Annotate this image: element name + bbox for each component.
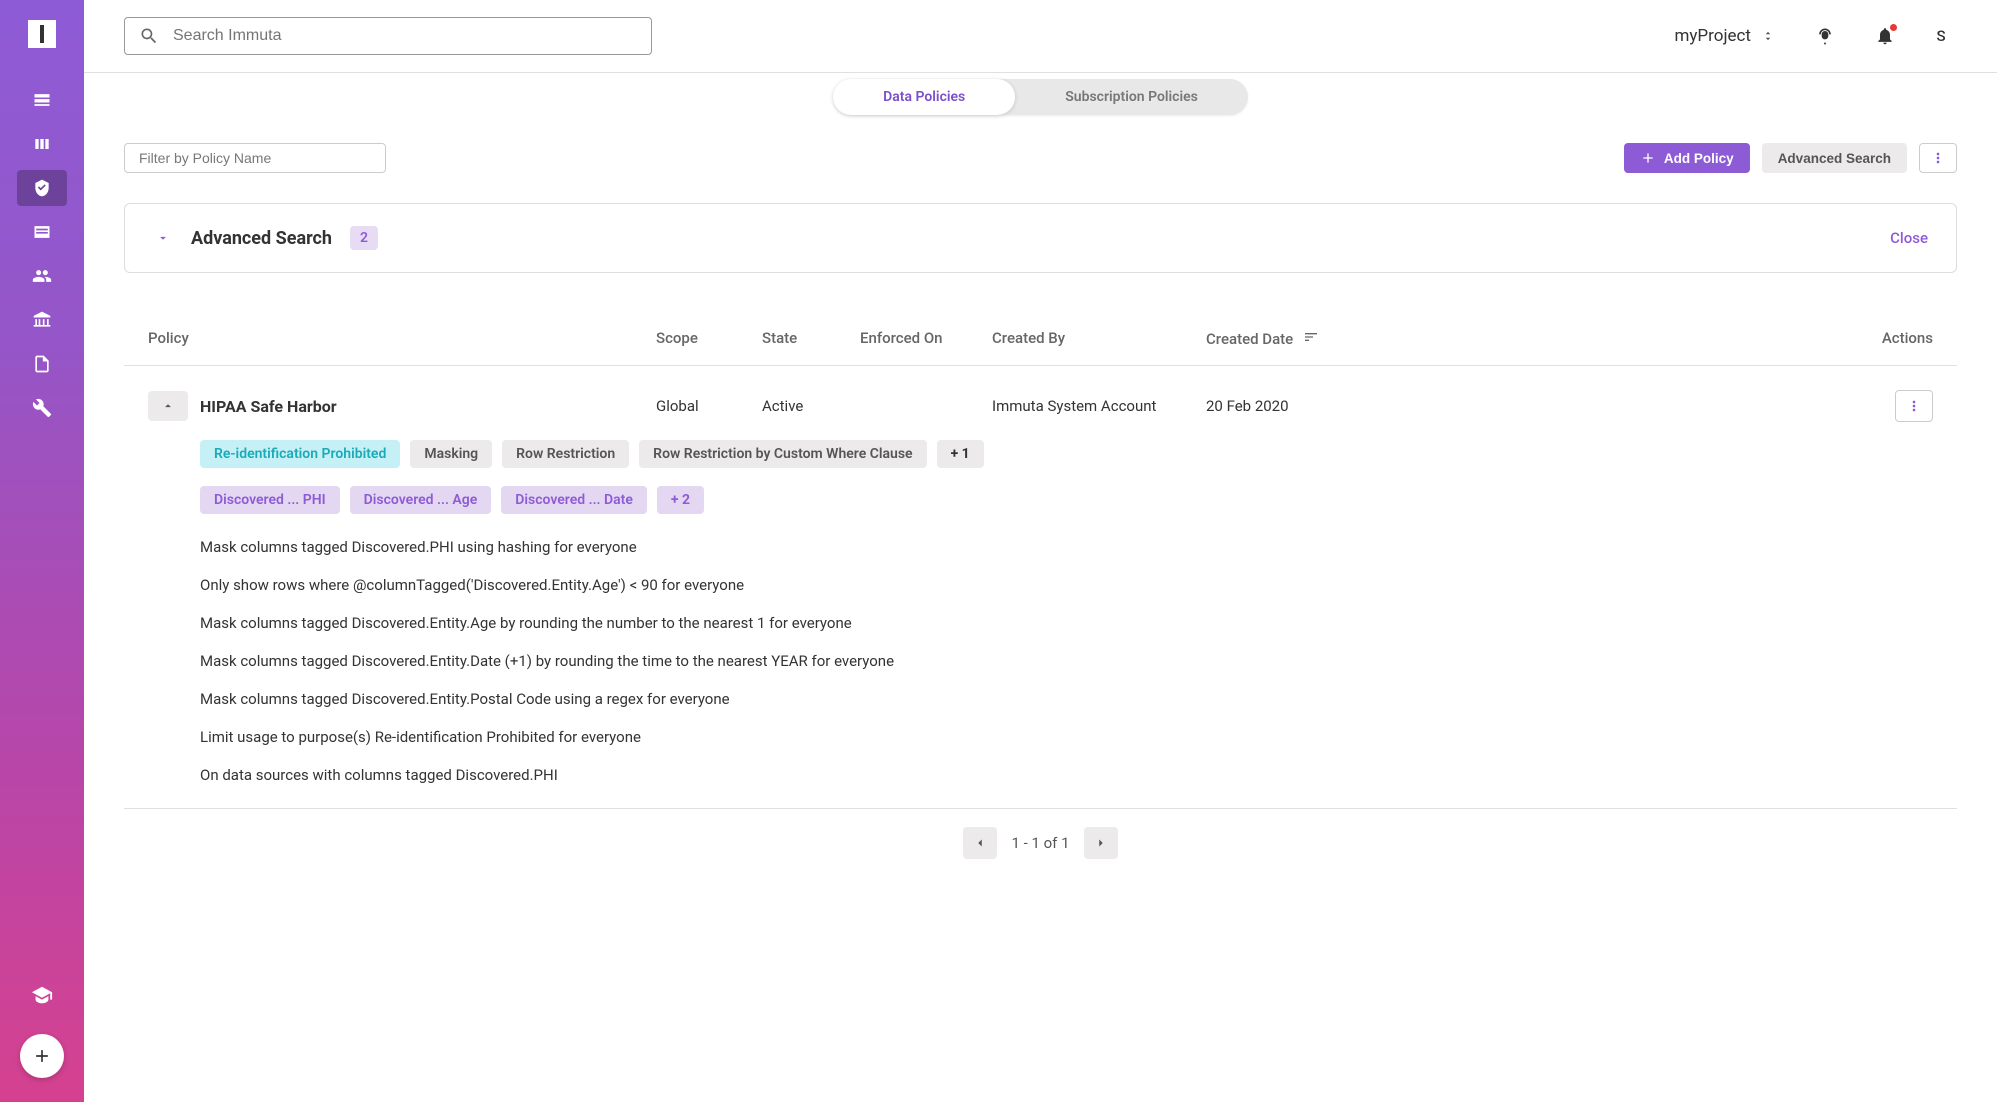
- pagination: 1 - 1 of 1: [124, 809, 1957, 877]
- adv-title: Advanced Search: [191, 228, 332, 249]
- toolbar: Add Policy Advanced Search: [124, 143, 1957, 173]
- search-input[interactable]: [173, 27, 637, 45]
- policy-type-tabs: Data Policies Subscription Policies: [833, 79, 1248, 115]
- advanced-search-button[interactable]: Advanced Search: [1762, 143, 1907, 173]
- add-policy-label: Add Policy: [1664, 151, 1734, 166]
- plus-icon: [1640, 150, 1656, 166]
- policy-tag[interactable]: Row Restriction: [502, 440, 629, 468]
- adv-collapse-toggle[interactable]: [153, 228, 173, 248]
- policy-rule: Mask columns tagged Discovered.PHI using…: [200, 538, 1933, 556]
- nav-people[interactable]: [17, 258, 67, 294]
- prev-page[interactable]: [963, 827, 997, 859]
- policy-rule: Limit usage to purpose(s) Re-identificat…: [200, 728, 1933, 746]
- avatar[interactable]: S: [1925, 20, 1957, 52]
- advanced-search-panel: Advanced Search 2 Close: [124, 203, 1957, 273]
- project-name: myProject: [1674, 26, 1751, 46]
- policy-tag[interactable]: Masking: [410, 440, 492, 468]
- next-page[interactable]: [1084, 827, 1118, 859]
- project-selector[interactable]: myProject: [1674, 26, 1785, 46]
- col-created-date[interactable]: Created Date: [1206, 329, 1356, 349]
- policy-tag[interactable]: Row Restriction by Custom Where Clause: [639, 440, 926, 468]
- add-fab[interactable]: [20, 1034, 64, 1078]
- adv-close[interactable]: Close: [1890, 229, 1928, 247]
- notification-dot: [1890, 24, 1897, 31]
- policy-row: HIPAA Safe Harbor Global Active Immuta S…: [124, 366, 1957, 809]
- policy-tag[interactable]: + 1: [937, 440, 984, 468]
- col-policy[interactable]: Policy: [148, 329, 656, 349]
- policy-state: Active: [762, 397, 860, 415]
- nav-audit[interactable]: [17, 346, 67, 382]
- tab-data-policies[interactable]: Data Policies: [833, 79, 1015, 115]
- policy-tag[interactable]: Discovered ... PHI: [200, 486, 340, 514]
- nav-data-sources[interactable]: [17, 82, 67, 118]
- sort-icon: [1303, 329, 1319, 349]
- sidebar: [0, 0, 84, 1102]
- policy-rule: Mask columns tagged Discovered.Entity.Ag…: [200, 614, 1933, 632]
- policy-tag[interactable]: Re-identification Prohibited: [200, 440, 400, 468]
- nav-reports[interactable]: [17, 214, 67, 250]
- add-policy-button[interactable]: Add Policy: [1624, 143, 1750, 173]
- policy-tag[interactable]: Discovered ... Date: [501, 486, 647, 514]
- policy-created-date: 20 Feb 2020: [1206, 397, 1356, 415]
- policy-rule: On data sources with columns tagged Disc…: [200, 766, 1933, 784]
- row-expand-toggle[interactable]: [148, 391, 188, 421]
- policy-tag[interactable]: + 2: [657, 486, 704, 514]
- col-scope[interactable]: Scope: [656, 329, 762, 349]
- nav-governance[interactable]: [17, 302, 67, 338]
- policy-rule: Only show rows where @columnTagged('Disc…: [200, 576, 1933, 594]
- pagination-label: 1 - 1 of 1: [1011, 834, 1069, 852]
- help-icon[interactable]: [31, 984, 53, 1010]
- policy-tag-row-1: Re-identification Prohibited Masking Row R…: [200, 440, 1933, 468]
- search-icon: [139, 26, 159, 46]
- col-enforced-on[interactable]: Enforced On: [860, 329, 992, 349]
- policy-table: Policy Scope State Enforced On Created B…: [124, 313, 1957, 809]
- nav-settings[interactable]: [17, 390, 67, 426]
- topbar: myProject S: [84, 0, 1997, 73]
- policy-scope: Global: [656, 397, 762, 415]
- col-created-by[interactable]: Created By: [992, 329, 1206, 349]
- policy-tag[interactable]: Discovered ... Age: [350, 486, 492, 514]
- policy-rule: Mask columns tagged Discovered.Entity.Da…: [200, 652, 1933, 670]
- notifications-icon[interactable]: [1865, 16, 1905, 56]
- col-state[interactable]: State: [762, 329, 860, 349]
- nav-projects[interactable]: [17, 126, 67, 162]
- row-actions-menu[interactable]: [1895, 390, 1933, 422]
- tab-subscription-policies[interactable]: Subscription Policies: [1015, 79, 1248, 115]
- unfold-icon: [1761, 29, 1775, 43]
- logo-icon[interactable]: [28, 20, 56, 48]
- more-menu[interactable]: [1919, 143, 1957, 173]
- adv-count: 2: [350, 226, 378, 250]
- col-actions: Actions: [1356, 329, 1933, 349]
- policy-created-by: Immuta System Account: [992, 397, 1206, 415]
- main-content: Data Policies Subscription Policies Add …: [84, 73, 1997, 877]
- policy-rule: Mask columns tagged Discovered.Entity.Po…: [200, 690, 1933, 708]
- nav-policies[interactable]: [17, 170, 67, 206]
- filter-input[interactable]: [124, 143, 386, 173]
- table-header: Policy Scope State Enforced On Created B…: [124, 313, 1957, 366]
- status-icon[interactable]: [1805, 16, 1845, 56]
- policy-tag-row-2: Discovered ... PHI Discovered ... Age Disc…: [200, 486, 1933, 514]
- policy-name[interactable]: HIPAA Safe Harbor: [200, 397, 337, 416]
- search-box[interactable]: [124, 17, 652, 55]
- policy-rules: Mask columns tagged Discovered.PHI using…: [200, 538, 1933, 784]
